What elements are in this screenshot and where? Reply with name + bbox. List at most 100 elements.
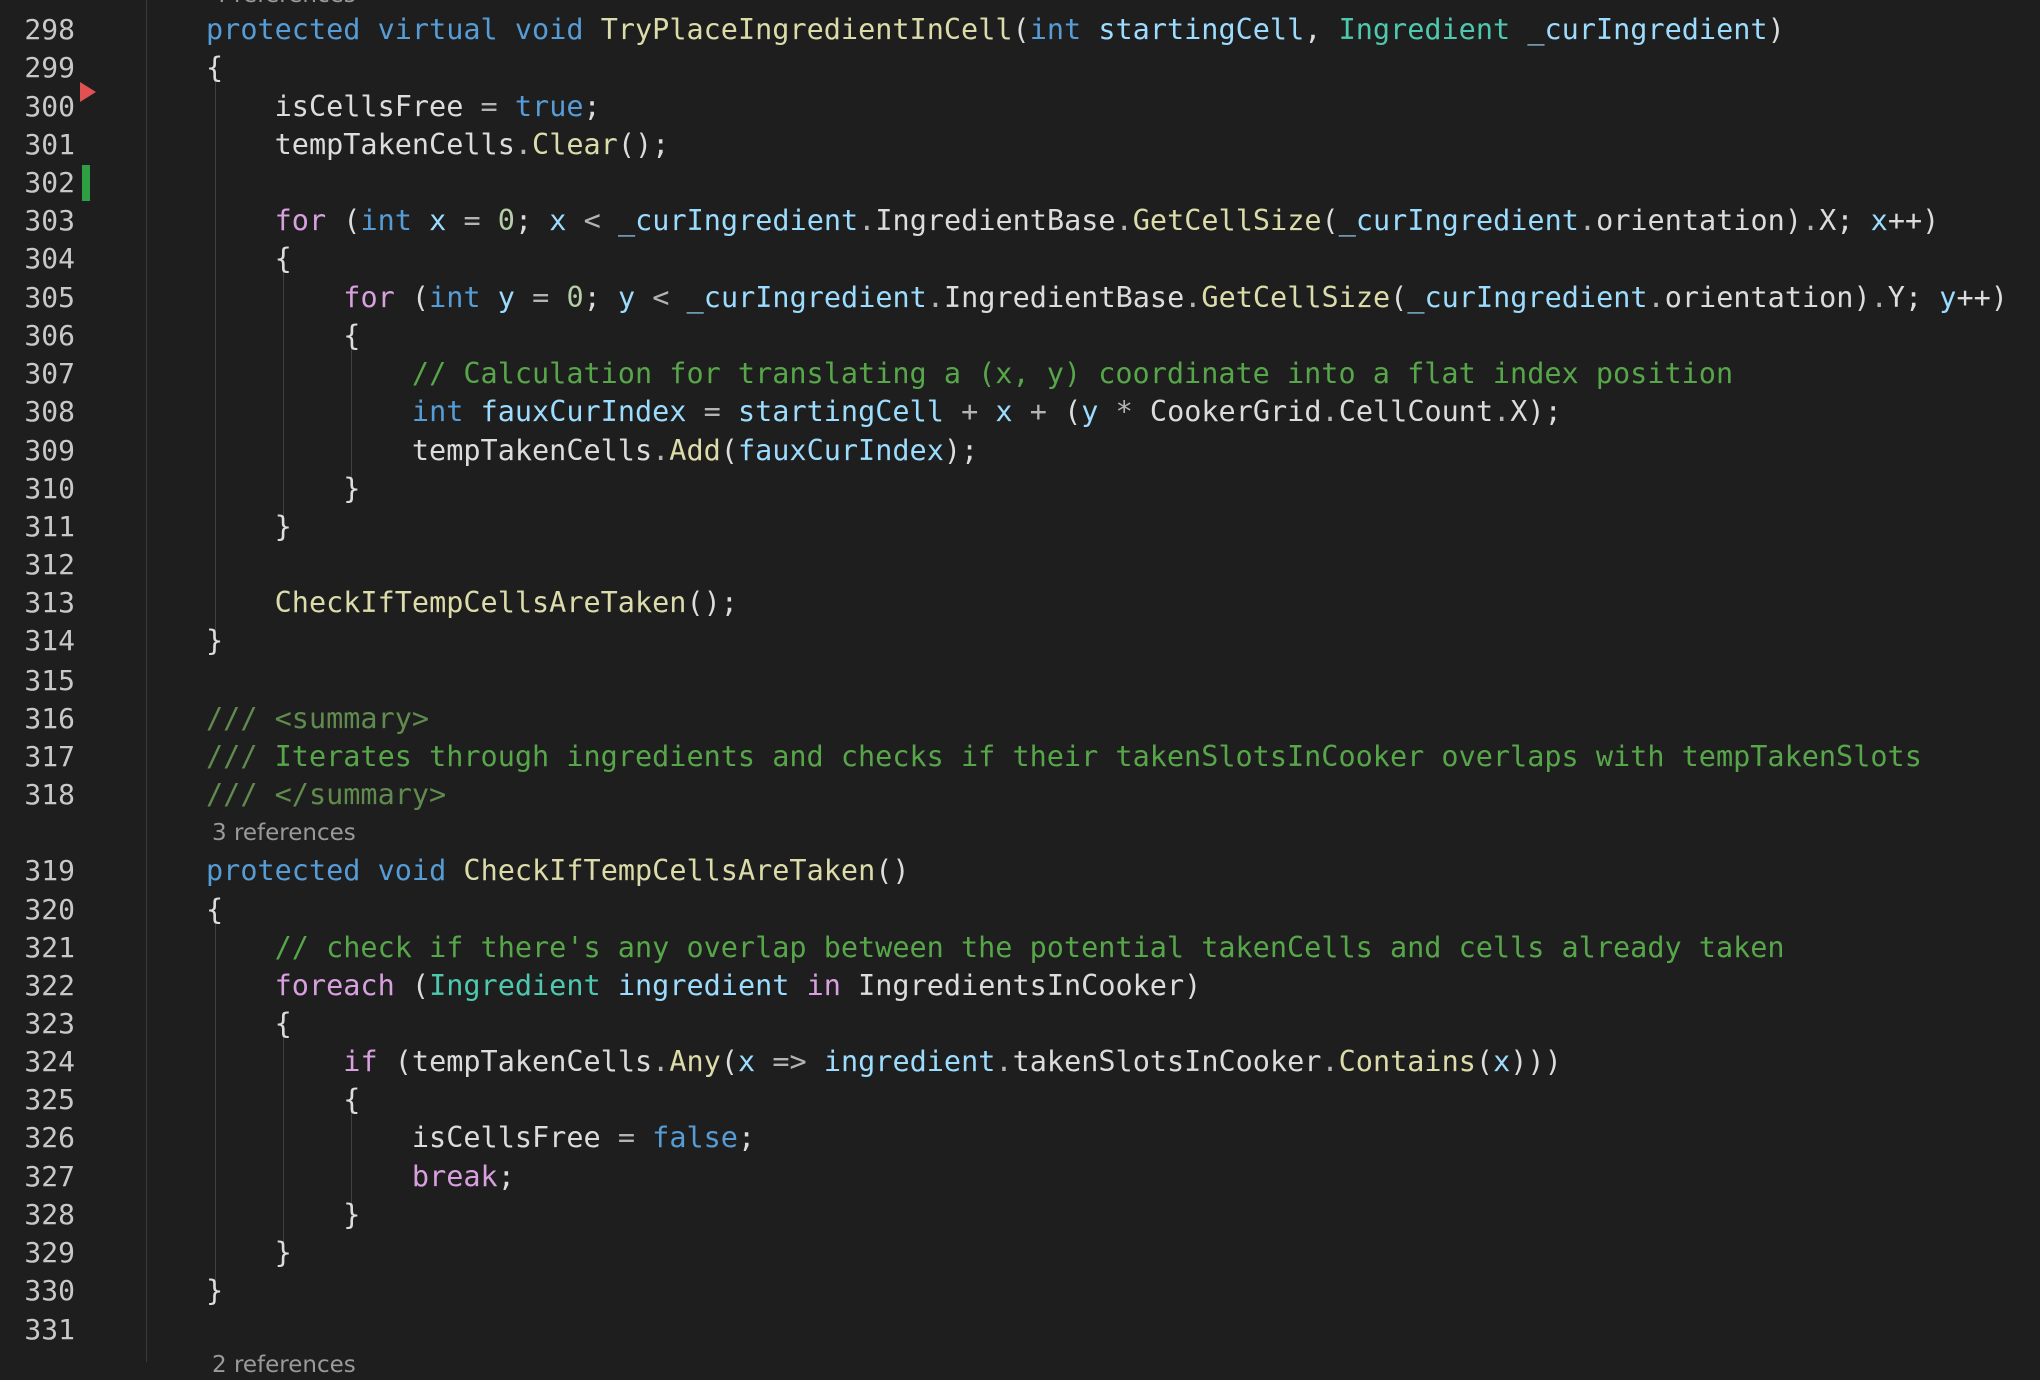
code-line[interactable]: }: [206, 508, 292, 546]
code-token: =: [480, 90, 498, 123]
code-line[interactable]: if (tempTakenCells.Any(x => ingredient.t…: [206, 1043, 1561, 1081]
code-line[interactable]: }: [206, 470, 360, 508]
code-line[interactable]: {: [206, 240, 292, 278]
line-number: 301: [24, 128, 75, 161]
line-number: 307: [24, 357, 75, 390]
code-line[interactable]: // Calculation for translating a (x, y) …: [206, 355, 1733, 393]
code-line[interactable]: /// Iterates through ingredients and che…: [206, 738, 1922, 776]
line-number: 304: [24, 242, 75, 275]
code-line[interactable]: tempTakenCells.Clear();: [206, 126, 670, 164]
code-token: .: [1321, 1045, 1339, 1078]
code-line[interactable]: for (int y = 0; y < _curIngredient.Ingre…: [206, 279, 2008, 317]
code-token: *: [1115, 395, 1133, 428]
code-line[interactable]: isCellsFree = false;: [206, 1119, 755, 1157]
code-line[interactable]: }: [206, 1234, 292, 1272]
line-number: 315: [24, 664, 75, 697]
code-token: IngredientBase: [944, 281, 1185, 314]
code-line[interactable]: protected virtual void TryPlaceIngredien…: [206, 11, 1785, 49]
code-line[interactable]: {: [206, 317, 360, 355]
code-line[interactable]: protected void CheckIfTempCellsAreTaken(…: [206, 852, 910, 890]
line-number: 308: [24, 395, 75, 428]
code-token: ,: [1304, 13, 1339, 46]
code-line[interactable]: for (int x = 0; x < _curIngredient.Ingre…: [206, 202, 1940, 240]
code-lens-references-bottom[interactable]: 2 references: [212, 1350, 356, 1380]
line-number: 309: [24, 434, 75, 467]
code-line[interactable]: {: [206, 1005, 292, 1043]
code-token: _curIngredient: [1338, 204, 1579, 237]
code-token: isCellsFree: [206, 90, 481, 123]
code-token: ;: [583, 90, 601, 123]
code-line[interactable]: foreach (Ingredient ingredient in Ingred…: [206, 967, 1202, 1005]
code-token: (: [394, 969, 430, 1002]
code-token: {: [206, 1007, 292, 1040]
line-number-gutter[interactable]: 298 299 300 301 302 303 304 305 306 307 308 309 310 3…: [0, 0, 147, 1362]
code-token: {: [206, 319, 361, 352]
code-token: .: [652, 434, 670, 467]
code-token: y: [1081, 395, 1099, 428]
code-line[interactable]: {: [206, 49, 223, 87]
code-token: (tempTakenCells: [377, 1045, 653, 1078]
code-line[interactable]: int fauxCurIndex = startingCell + x + (y…: [206, 393, 1562, 431]
code-token: Iterates through ingredients and checks …: [274, 740, 1922, 773]
line-number: 311: [24, 510, 75, 543]
code-line[interactable]: {: [206, 1081, 360, 1119]
code-line[interactable]: tempTakenCells.Add(fauxCurIndex);: [206, 432, 978, 470]
line-number: 321: [24, 931, 75, 964]
code-line[interactable]: {: [206, 891, 223, 929]
code-line[interactable]: CheckIfTempCellsAreTaken();: [206, 584, 738, 622]
code-token: /// </summary>: [206, 778, 447, 811]
code-line[interactable]: isCellsFree = true;: [206, 88, 601, 126]
code-token: Add: [669, 434, 721, 467]
code-token: <: [583, 204, 601, 237]
code-token: for: [274, 204, 327, 237]
code-line[interactable]: }: [206, 622, 223, 660]
line-number: 306: [24, 319, 75, 352]
code-token: CellCount: [1338, 395, 1494, 428]
code-area[interactable]: 4 references 3 references 2 references p…: [146, 0, 2040, 1378]
code-editor[interactable]: 298 299 300 301 302 303 304 305 306 307 308 309 310 3…: [0, 0, 2040, 1378]
code-token: );: [943, 434, 979, 467]
line-number: 299: [24, 51, 75, 84]
code-token: .: [858, 204, 876, 237]
code-token: x: [1493, 1045, 1511, 1078]
code-line[interactable]: }: [206, 1272, 223, 1310]
code-token: .: [1801, 204, 1820, 237]
code-token: (: [326, 204, 361, 237]
line-number: 316: [24, 702, 75, 735]
code-token: Ingredient: [429, 969, 601, 1002]
code-token: CheckIfTempCellsAreTaken: [463, 854, 876, 887]
code-line[interactable]: break;: [206, 1158, 515, 1196]
code-line[interactable]: /// <summary>: [206, 700, 429, 738]
code-line[interactable]: // check if there's any overlap between …: [206, 929, 1785, 967]
code-token: .: [1321, 395, 1339, 428]
code-line[interactable]: }: [206, 1196, 360, 1234]
code-token: int: [360, 204, 412, 237]
code-token: .: [1578, 204, 1597, 237]
code-token: /// <summary>: [206, 702, 430, 735]
code-token: .: [1184, 281, 1202, 314]
code-token: void: [377, 854, 447, 887]
code-token: ++): [1887, 204, 1940, 237]
line-number: 319: [24, 854, 75, 887]
line-number: 331: [24, 1313, 75, 1346]
code-token: // check if there's any overlap between …: [274, 931, 1785, 964]
line-number: 329: [24, 1236, 75, 1269]
code-line[interactable]: /// </summary>: [206, 776, 446, 814]
breakpoint-marker-icon[interactable]: [80, 82, 96, 102]
code-lens-references-top[interactable]: 4 references: [212, 0, 356, 10]
code-token: ;: [583, 281, 618, 314]
code-lens-references-mid[interactable]: 3 references: [212, 818, 356, 848]
code-token: break: [411, 1160, 498, 1193]
